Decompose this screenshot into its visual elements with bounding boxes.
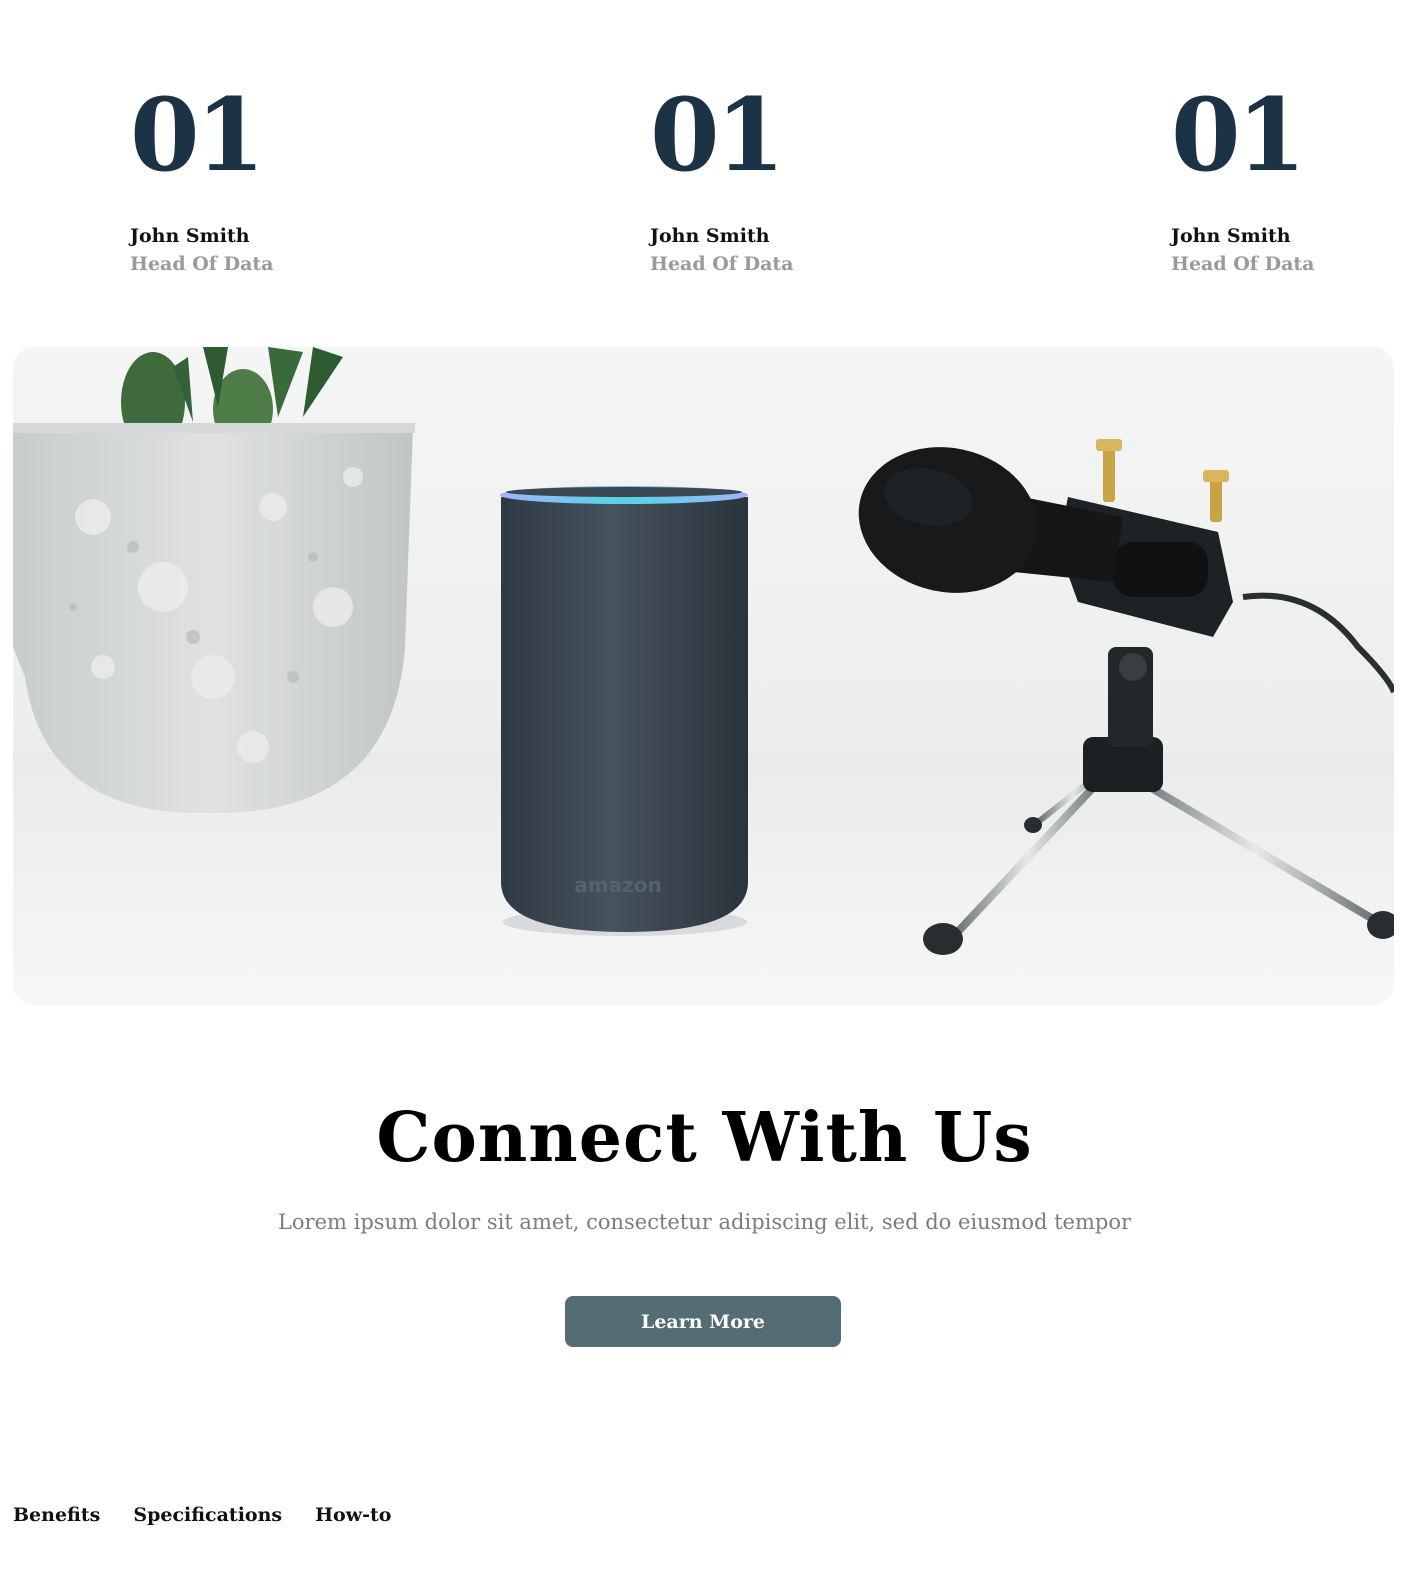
stat-person-name: John Smith: [1171, 225, 1291, 247]
footer-nav: Benefits Specifications How-to: [13, 1504, 391, 1526]
stat-number: 01: [650, 76, 785, 194]
stat-item: 01 John Smith Head Of Data: [650, 85, 793, 275]
cta-title: Connect With Us: [376, 1098, 1033, 1178]
speaker-brand: amazon: [574, 873, 661, 897]
stat-number: 01: [130, 76, 265, 194]
stat-item: 01 John Smith Head Of Data: [130, 85, 273, 275]
footer-link-benefits[interactable]: Benefits: [13, 1504, 100, 1526]
stat-person-name: John Smith: [650, 225, 770, 247]
stat-person-role: Head Of Data: [1171, 253, 1315, 275]
hero-image: amazon: [13, 347, 1394, 1005]
footer-link-how-to[interactable]: How-to: [315, 1504, 391, 1526]
cta-text: Lorem ipsum dolor sit amet, consectetur …: [277, 1210, 1132, 1234]
stat-person-role: Head Of Data: [130, 253, 274, 275]
hero-illustration: amazon: [13, 347, 1394, 1005]
learn-more-button[interactable]: Learn More: [565, 1296, 841, 1347]
footer-link-specifications[interactable]: Specifications: [133, 1504, 282, 1526]
stat-person-name: John Smith: [130, 225, 250, 247]
stat-item: 01 John Smith Head Of Data: [1171, 85, 1314, 275]
stat-number: 01: [1171, 76, 1306, 194]
smart-speaker-icon: amazon: [500, 486, 748, 936]
stat-person-role: Head Of Data: [650, 253, 794, 275]
